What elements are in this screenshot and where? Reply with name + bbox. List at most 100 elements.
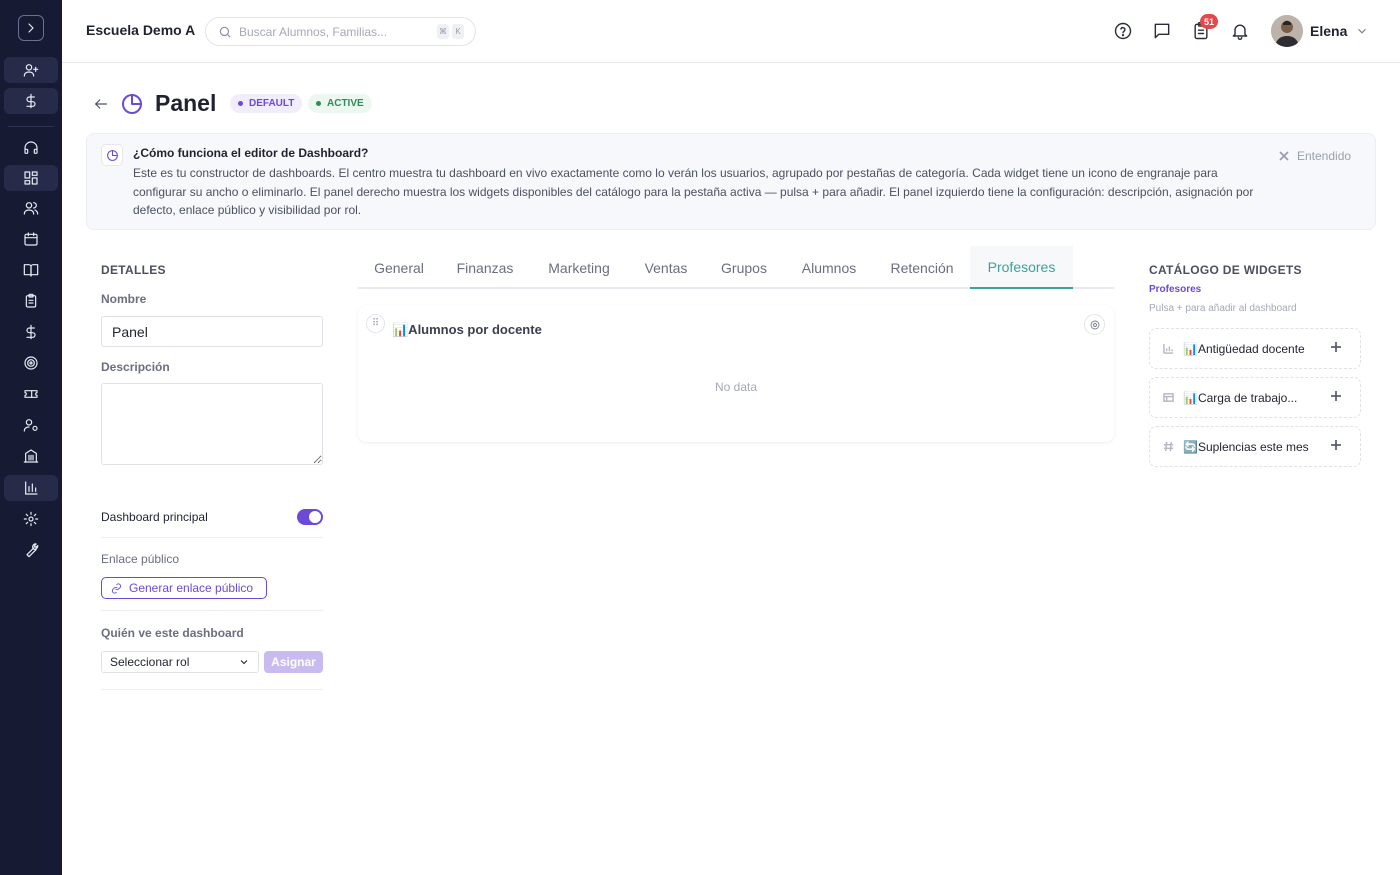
public-link-label: Enlace público (101, 552, 180, 566)
sidebar-item-dashboard[interactable] (4, 165, 58, 191)
sidebar-item-goals[interactable] (4, 350, 58, 376)
wrench-icon (26, 543, 39, 558)
dollar-icon (26, 324, 36, 340)
tab-general[interactable]: General (358, 246, 440, 289)
name-input[interactable] (101, 316, 323, 347)
tab-marketing[interactable]: Marketing (530, 246, 628, 289)
plus-icon (1331, 391, 1341, 401)
sidebar-item-tasks[interactable] (4, 288, 58, 314)
calendar-icon (24, 232, 38, 246)
gear-icon (1090, 320, 1099, 329)
sidebar-item-finance[interactable] (4, 319, 58, 345)
notifications-button[interactable] (1230, 21, 1250, 41)
chevron-down-icon (240, 660, 248, 665)
user-avatar[interactable] (1271, 15, 1303, 47)
bar-chart-icon (1162, 343, 1174, 355)
default-status-badge: DEFAULT (230, 94, 303, 113)
description-label: Descripción (101, 360, 170, 374)
catalog-item[interactable]: 📊Antigüedad docente (1149, 328, 1361, 369)
sidebar-item-add-user[interactable] (4, 57, 58, 83)
help-circle-icon (1114, 22, 1132, 40)
close-icon (1279, 151, 1289, 161)
bell-icon (1232, 24, 1248, 40)
tab-ventas[interactable]: Ventas (628, 246, 704, 289)
dismiss-banner-label: Entendido (1297, 149, 1352, 163)
drag-handle[interactable]: ⠿ (366, 314, 385, 333)
add-widget-button[interactable] (1330, 341, 1342, 353)
shortcut-key-k: K (452, 24, 464, 39)
sidebar-item-reports[interactable] (4, 475, 58, 501)
sidebar-item-settings[interactable] (4, 506, 58, 532)
tab-finanzas[interactable]: Finanzas (440, 246, 530, 289)
sidebar-item-support[interactable] (4, 135, 58, 161)
role-select[interactable]: Seleccionar rol (101, 651, 259, 673)
sidebar-item-tickets[interactable] (4, 381, 58, 407)
generate-public-link-button[interactable]: Generar enlace público (101, 577, 267, 599)
dollar-icon (26, 93, 36, 109)
headset-icon (24, 141, 38, 154)
sidebar-item-tools[interactable] (4, 537, 58, 563)
target-icon (24, 356, 38, 370)
dismiss-banner-button[interactable]: Entendido (1279, 149, 1351, 163)
tab-retencion[interactable]: Retención (874, 246, 970, 289)
chevron-right-icon (28, 23, 34, 33)
divider (101, 689, 323, 690)
user-cog-icon (23, 419, 38, 432)
widget-settings-button[interactable] (1084, 314, 1105, 335)
active-status-badge: ACTIVE (308, 94, 372, 113)
tasks-count-badge: 51 (1200, 14, 1219, 29)
main-dashboard-toggle[interactable] (297, 509, 323, 525)
sidebar (0, 0, 62, 875)
tab-profesores[interactable]: Profesores (970, 246, 1073, 289)
sidebar-expand-button[interactable] (18, 15, 44, 41)
catalog-item[interactable]: 🔄Suplencias este mes (1149, 426, 1361, 467)
assign-role-button[interactable]: Asignar (264, 651, 323, 673)
tab-alumnos[interactable]: Alumnos (784, 246, 874, 289)
widget-empty-state: No data (714, 380, 758, 394)
sidebar-item-user-settings[interactable] (4, 412, 58, 438)
sidebar-divider (8, 126, 54, 127)
help-button[interactable] (1113, 21, 1133, 41)
pie-chart-icon (101, 144, 123, 166)
arrow-left-icon (95, 99, 107, 109)
sidebar-item-books[interactable] (4, 257, 58, 283)
building-icon (23, 449, 39, 463)
sidebar-item-payments[interactable] (4, 88, 58, 114)
avatar-image (1271, 15, 1303, 47)
catalog-item-label: 🔄Suplencias este mes (1183, 439, 1309, 454)
pie-chart-icon (120, 92, 144, 116)
add-widget-button[interactable] (1330, 390, 1342, 402)
plus-icon (1331, 342, 1341, 352)
bar-chart-icon (25, 481, 38, 495)
link-icon (111, 582, 122, 594)
widget-card: ⠿ 📊Alumnos por docente No data (358, 306, 1114, 442)
back-button[interactable] (93, 96, 109, 112)
sidebar-item-calendar[interactable] (4, 226, 58, 252)
messages-button[interactable] (1152, 21, 1172, 41)
book-open-icon (23, 264, 39, 277)
sidebar-item-users[interactable] (4, 195, 58, 221)
plus-icon (1331, 440, 1341, 450)
grid-icon (24, 171, 38, 185)
help-banner-title: ¿Cómo funciona el editor de Dashboard? (133, 146, 369, 160)
sidebar-item-buildings[interactable] (4, 443, 58, 469)
help-banner: ¿Cómo funciona el editor de Dashboard? E… (86, 133, 1376, 230)
catalog-item-label: 📊Antigüedad docente (1183, 341, 1305, 356)
user-menu-toggle[interactable] (1355, 24, 1369, 38)
grip-icon: ⠿ (371, 318, 380, 329)
category-tabs: General Finanzas Marketing Ventas Grupos… (358, 246, 1114, 289)
tab-grupos[interactable]: Grupos (704, 246, 784, 289)
search-icon (219, 26, 231, 38)
catalog-item[interactable]: 📊Carga de trabajo... (1149, 377, 1361, 418)
gear-icon (23, 511, 39, 527)
add-widget-button[interactable] (1330, 439, 1342, 451)
page-title: Panel (155, 90, 217, 116)
topbar: Escuela Demo A Buscar Alumnos, Familias.… (62, 0, 1400, 63)
help-banner-text: Este es tu constructor de dashboards. El… (133, 166, 1254, 217)
divider (101, 610, 323, 611)
search-bar[interactable]: Buscar Alumnos, Familias... ⌘ K (205, 17, 476, 46)
chevron-down-icon (1358, 28, 1366, 34)
user-name[interactable]: Elena (1310, 23, 1347, 39)
message-square-icon (1154, 23, 1170, 39)
description-textarea[interactable] (101, 383, 323, 465)
